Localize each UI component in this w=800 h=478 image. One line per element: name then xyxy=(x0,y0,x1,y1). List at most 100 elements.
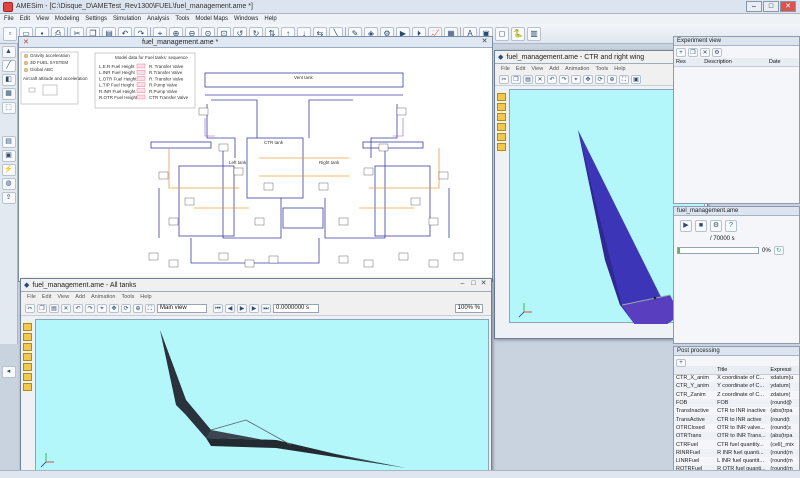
copy-icon[interactable]: ❐ xyxy=(37,303,47,313)
post-processing-row[interactable]: FOB FOB (round@ xyxy=(674,398,799,408)
settings-icon[interactable]: ⚙ xyxy=(712,47,722,57)
undo-icon[interactable]: ↶ xyxy=(547,74,557,84)
schematic-component[interactable] xyxy=(184,197,195,206)
menu-item-help[interactable]: Help xyxy=(140,294,151,300)
menu-item-view[interactable]: View xyxy=(57,294,69,300)
pointer-icon[interactable]: ▲ xyxy=(1,46,16,58)
new-file-icon[interactable]: ▫ xyxy=(3,26,17,41)
time-field[interactable]: 0.0000000 s xyxy=(273,303,319,313)
cut-icon[interactable]: ✂ xyxy=(25,303,35,313)
schematic-component[interactable] xyxy=(338,255,349,264)
schematic-component[interactable] xyxy=(428,259,439,268)
post-processing-row[interactable]: RINRFuel R INR fuel quanti... (round(m xyxy=(674,448,799,457)
schematic-component[interactable] xyxy=(244,259,255,268)
shape-icon[interactable]: ◻ xyxy=(495,26,509,41)
fill-icon[interactable]: ◧ xyxy=(1,74,16,86)
object-icon[interactable] xyxy=(23,363,32,371)
object-icon[interactable] xyxy=(23,343,32,351)
schematic-component[interactable] xyxy=(398,252,409,261)
record-icon[interactable]: ▣ xyxy=(631,74,641,84)
post-processing-row[interactable]: OTRClosed OTR to INR valve... (round(s xyxy=(674,424,799,432)
schematic-component[interactable] xyxy=(363,167,374,176)
schematic-component[interactable] xyxy=(218,143,229,152)
view-select[interactable]: Main view xyxy=(157,303,207,313)
minimize-button[interactable]: – xyxy=(746,1,762,12)
menu-item-edit[interactable]: Edit xyxy=(20,16,30,22)
column-header[interactable] xyxy=(674,366,716,375)
component-icon[interactable]: ⬚ xyxy=(1,102,16,114)
connect-icon[interactable]: ⚡ xyxy=(1,164,16,176)
post-processing-row[interactable]: CTR_X_anim X coordinate of C... xdatum(u xyxy=(674,374,799,382)
object-icon[interactable] xyxy=(23,323,32,331)
menu-item-analysis[interactable]: Analysis xyxy=(147,16,169,22)
play-icon[interactable]: ▶ xyxy=(237,303,247,313)
post-processing-table[interactable]: Title Expressi CTR_X_anim X coordinate of… xyxy=(674,366,799,478)
paste-icon[interactable]: ▤ xyxy=(523,74,533,84)
menu-item-tools[interactable]: Tools xyxy=(595,66,608,72)
schematic-component[interactable] xyxy=(410,197,421,206)
schematic-component[interactable] xyxy=(198,107,209,116)
minimize-icon[interactable]: – xyxy=(458,279,467,289)
schematic-component[interactable] xyxy=(168,217,179,226)
object-icon[interactable] xyxy=(497,113,506,121)
object-icon[interactable] xyxy=(497,133,506,141)
delete-icon[interactable]: ✕ xyxy=(700,47,710,57)
menu-item-view[interactable]: View xyxy=(531,66,543,72)
paste-icon[interactable]: ▤ xyxy=(49,303,59,313)
help-icon[interactable]: ? xyxy=(725,220,737,232)
fuel-system-schematic[interactable]: Gravity acceleration 3D FUEL SYSTEM Glob… xyxy=(19,48,492,281)
post-processing-row[interactable]: LINRFuel L INR fuel quantit... (round(m xyxy=(674,457,799,465)
schematic-component[interactable] xyxy=(218,252,229,261)
select-icon[interactable]: ⌖ xyxy=(97,303,107,313)
menu-item-settings[interactable]: Settings xyxy=(85,16,107,22)
close-view-icon[interactable]: ✕ xyxy=(61,303,71,313)
menu-item-tools[interactable]: Tools xyxy=(121,294,134,300)
monitor-icon[interactable]: ▣ xyxy=(1,150,16,162)
column-header[interactable]: Date xyxy=(766,58,799,67)
post-processing-row[interactable]: TransActive CTR to INR active (round(t xyxy=(674,415,799,424)
menu-item-modeling[interactable]: Modeling xyxy=(55,16,79,22)
side-collapse-icon[interactable]: ◂ xyxy=(1,366,16,378)
post-processing-row[interactable]: CTR_Zanim Z coordinate of C... zdatum( xyxy=(674,391,799,399)
menu-item-add[interactable]: Add xyxy=(549,66,559,72)
schematic-component[interactable] xyxy=(268,255,279,264)
menu-item-animation[interactable]: Animation xyxy=(565,66,589,72)
menu-item-tools[interactable]: Tools xyxy=(175,16,189,22)
python-icon[interactable]: 🐍 xyxy=(511,26,525,41)
refresh-icon[interactable]: ↻ xyxy=(773,246,784,255)
select-icon[interactable]: ⌖ xyxy=(571,74,581,84)
experiment-table[interactable]: Res Description Date xyxy=(674,58,799,67)
schematic-component[interactable] xyxy=(318,182,329,191)
options-icon[interactable]: ⚙ xyxy=(710,220,722,232)
post-processing-row[interactable]: TransInactive CTR to INR inactive (abs(trp… xyxy=(674,407,799,415)
all-tanks-3d-viewport[interactable] xyxy=(35,319,489,471)
menu-item-windows[interactable]: Windows xyxy=(234,16,258,22)
menu-item-animation[interactable]: Animation xyxy=(91,294,115,300)
schematic-component[interactable] xyxy=(428,217,439,226)
object-icon[interactable] xyxy=(23,373,32,381)
menu-item-help[interactable]: Help xyxy=(264,16,276,22)
rotate-icon[interactable]: ⟳ xyxy=(121,303,131,313)
next-frame-icon[interactable]: ▶ xyxy=(249,303,259,313)
menu-item-model-maps[interactable]: Model Maps xyxy=(195,16,228,22)
object-icon[interactable] xyxy=(497,143,506,151)
redo-icon[interactable]: ↷ xyxy=(85,303,95,313)
add-icon[interactable]: + xyxy=(676,47,686,57)
schematic-component[interactable] xyxy=(378,143,389,152)
export-icon[interactable]: ⇪ xyxy=(1,192,16,204)
sketch-tab[interactable]: ✕ fuel_management.ame * ✕ xyxy=(19,37,492,48)
maximize-button[interactable]: □ xyxy=(763,1,779,12)
zoom-icon[interactable]: ⊕ xyxy=(607,74,617,84)
start-icon[interactable]: ▶ xyxy=(680,220,692,232)
last-frame-icon[interactable]: ⏭ xyxy=(261,303,271,313)
tab-close-icon[interactable]: ✕ xyxy=(23,38,29,46)
schematic-component[interactable] xyxy=(363,259,374,268)
menu-item-file[interactable]: File xyxy=(4,16,14,22)
first-frame-icon[interactable]: ⏮ xyxy=(213,303,223,313)
menu-item-file[interactable]: File xyxy=(27,294,36,300)
maximize-icon[interactable]: □ xyxy=(469,279,478,289)
post-processing-row[interactable]: OTRTrans OTR to INR Trans... (abs(trpa xyxy=(674,432,799,441)
fit-icon[interactable]: ⛶ xyxy=(619,74,629,84)
schematic-component[interactable] xyxy=(396,107,407,116)
close-button[interactable]: ✕ xyxy=(780,1,796,12)
